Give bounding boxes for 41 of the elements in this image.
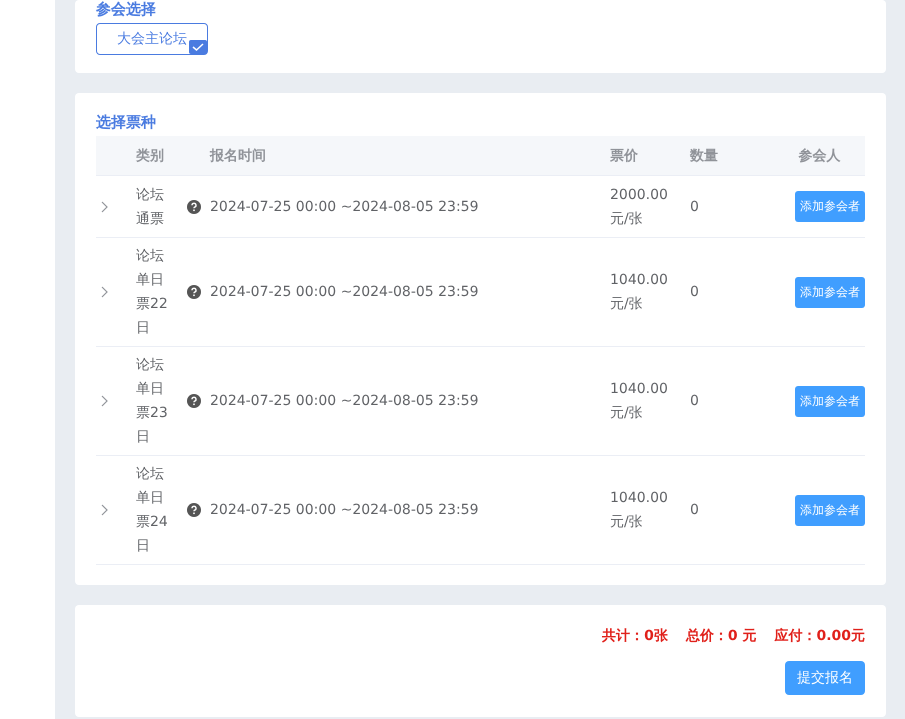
help-icon[interactable] bbox=[187, 503, 201, 517]
table-cell-text: 2024-07-25 00:00 ~2024-08-05 23:59 bbox=[210, 501, 480, 520]
help-icon[interactable] bbox=[187, 285, 201, 299]
amount-payable: 应付：0.00元 bbox=[774, 627, 865, 645]
add-attendee-button[interactable]: 添加参会者 bbox=[795, 191, 865, 222]
table-cell-text: 论坛单日票23日 bbox=[136, 356, 168, 447]
table-cell-text: 论坛单日票24日 bbox=[136, 465, 168, 556]
chevron-right-icon[interactable] bbox=[100, 395, 108, 407]
section-title: 选择票种 bbox=[96, 113, 157, 132]
help-icon[interactable] bbox=[187, 200, 201, 214]
table-cell-text: 0 bbox=[690, 198, 700, 216]
chevron-right-icon[interactable] bbox=[100, 286, 108, 298]
column-header: 参会人 bbox=[798, 146, 840, 164]
table-cell-text: 2024-07-25 00:00 ~2024-08-05 23:59 bbox=[210, 392, 480, 411]
submit-button[interactable]: 提交报名 bbox=[785, 661, 865, 695]
table-cell-text: 2024-07-25 00:00 ~2024-08-05 23:59 bbox=[210, 283, 480, 302]
check-icon bbox=[189, 40, 207, 54]
add-attendee-button[interactable]: 添加参会者 bbox=[795, 494, 865, 526]
table-cell-text: 0 bbox=[690, 283, 700, 302]
column-header: 报名时间 bbox=[210, 146, 266, 164]
table-cell-text: 2000.00 元/张 bbox=[610, 186, 669, 228]
chevron-right-icon[interactable] bbox=[100, 200, 108, 212]
table-cell-text: 1040.00 元/张 bbox=[610, 489, 669, 532]
column-header: 类别 bbox=[136, 146, 164, 164]
option-chip[interactable]: 大会主论坛 bbox=[96, 23, 208, 55]
total-price: 总价：0 元 bbox=[686, 627, 756, 645]
help-icon[interactable] bbox=[187, 394, 201, 408]
column-header: 数量 bbox=[690, 146, 718, 164]
table-cell-text: 论坛单日票22日 bbox=[136, 247, 168, 338]
table-cell-text: 1040.00 元/张 bbox=[610, 271, 669, 314]
section-title: 参会选择 bbox=[96, 0, 157, 19]
table-cell-text: 0 bbox=[690, 392, 700, 411]
add-attendee-button[interactable]: 添加参会者 bbox=[795, 276, 865, 308]
table-cell-text: 0 bbox=[690, 501, 700, 520]
table-cell-text: 1040.00 元/张 bbox=[610, 380, 669, 423]
column-header: 票价 bbox=[610, 146, 638, 164]
table-cell-text: 论坛通票 bbox=[136, 186, 165, 228]
add-attendee-button[interactable]: 添加参会者 bbox=[795, 386, 865, 416]
table-cell-text: 2024-07-25 00:00 ~2024-08-05 23:59 bbox=[210, 198, 480, 216]
chevron-right-icon[interactable] bbox=[100, 504, 108, 516]
total-count: 共计：0张 bbox=[602, 627, 668, 645]
